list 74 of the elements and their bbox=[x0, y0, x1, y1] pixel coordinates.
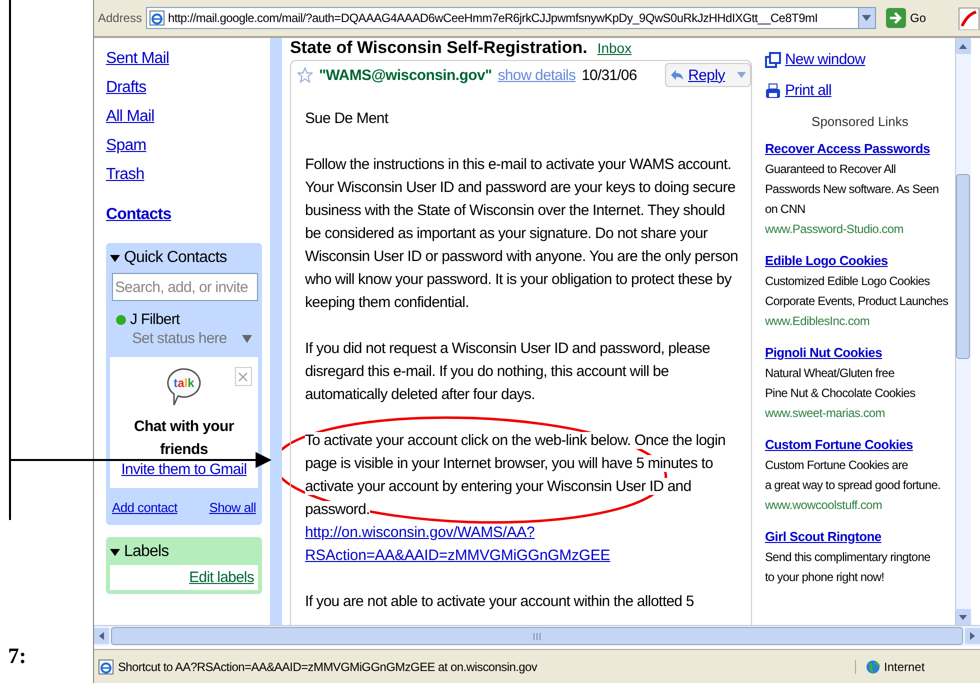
new-window-icon bbox=[764, 52, 781, 68]
message-subject: State of Wisconsin Self-Registration. bbox=[290, 38, 588, 58]
contact-search-field[interactable]: Search, add, or invite bbox=[112, 273, 258, 301]
reply-arrow-icon bbox=[670, 69, 684, 81]
message-paragraph: If you are not able to activate your account within the allotted 5 bbox=[304, 592, 695, 612]
ad-url: www.wowcoolstuff.com bbox=[764, 497, 884, 514]
browser-page-icon bbox=[148, 10, 165, 26]
reply-button[interactable]: Reply bbox=[665, 63, 751, 87]
ad-title-link[interactable]: Pignoli Nut Cookies bbox=[764, 343, 955, 363]
ad-text: Custom Fortune Cookies are bbox=[764, 457, 909, 474]
scroll-left-icon[interactable] bbox=[98, 632, 104, 640]
ad-title-link[interactable]: Girl Scout Ringtone bbox=[764, 527, 955, 547]
collapse-triangle-icon[interactable] bbox=[110, 254, 120, 262]
grip-icon[interactable] bbox=[532, 632, 541, 640]
ad-url: www.sweet-marias.com bbox=[764, 405, 886, 422]
ad-text: Guaranteed to Recover All bbox=[764, 161, 897, 178]
printer-icon bbox=[764, 82, 781, 98]
ad-text: Customized Edible Logo Cookies bbox=[764, 273, 931, 290]
pdf-icon[interactable] bbox=[958, 6, 980, 30]
ad-text: to your phone right now! bbox=[764, 569, 886, 586]
status-text: Shortcut to AA?RSAction=AA&AAID=zMMVGMiGGnGMzGEE at on.wisconsin.gov bbox=[118, 660, 538, 674]
close-icon[interactable] bbox=[234, 367, 252, 386]
new-window-link[interactable]: New window bbox=[764, 44, 955, 75]
print-all-link[interactable]: Print all bbox=[764, 75, 955, 106]
ad-title-link[interactable]: Recover Access Passwords bbox=[764, 139, 955, 159]
promo-heading: Chat with your friends bbox=[134, 417, 234, 460]
address-label: Address bbox=[98, 11, 142, 25]
ad-text: Send this complimentary ringtone bbox=[764, 549, 932, 566]
ad-text: Pine Nut & Chocolate Cookies bbox=[764, 385, 916, 402]
sender-name: "WAMS@wisconsin.gov" bbox=[318, 66, 492, 84]
ad-text: Corporate Events, Product Launches bbox=[764, 293, 950, 310]
ad-text: a great way to spread good fortune. bbox=[764, 477, 942, 494]
folder-link[interactable]: Spam bbox=[106, 137, 146, 166]
ad-url: www.EdiblesInc.com bbox=[764, 313, 871, 330]
panel-title: Quick Contacts bbox=[124, 249, 227, 267]
folder-link[interactable]: Drafts bbox=[106, 79, 146, 108]
ad-url: www.Password-Studio.com bbox=[764, 221, 904, 238]
scroll-up-icon[interactable] bbox=[959, 44, 968, 48]
activation-link[interactable]: http://on.wisconsin.gov/WAMS/AA? RSAction=AA&AAID=zMMVGMiGGnGMzGEE bbox=[304, 521, 610, 567]
scroll-right-icon[interactable] bbox=[970, 632, 975, 640]
message-date: 10/31/06 bbox=[582, 66, 637, 84]
caret-icon[interactable] bbox=[242, 334, 252, 342]
security-zone: Internet bbox=[884, 660, 925, 674]
panel-title: Labels bbox=[124, 543, 169, 561]
ad-title-link[interactable]: Edible Logo Cookies bbox=[764, 251, 955, 271]
scroll-down-icon[interactable] bbox=[959, 614, 968, 620]
folder-link[interactable]: All Mail bbox=[106, 108, 154, 137]
folder-link[interactable]: Sent Mail bbox=[106, 50, 170, 79]
collapse-triangle-icon[interactable] bbox=[110, 548, 120, 556]
globe-icon bbox=[866, 660, 880, 674]
contacts-link[interactable]: Contacts bbox=[106, 206, 172, 235]
contact-name[interactable]: J Filbert bbox=[130, 311, 180, 328]
message-paragraph: Follow the instructions in this e-mail to activate your WAMS account. Your Wisconsin User ID and password are your keys to doing secure business with the State of Wisconsin over the Internet. They should be considered as important as your signature. Do not share your Wisconsin User ID or password with anyone. You are the only person who will know your password. It is your obligation to protect these by keeping them confidential. bbox=[304, 155, 739, 313]
step-number: 7: bbox=[8, 643, 28, 669]
message-paragraph: If you did not request a Wisconsin User ID and password, please disregard this e-mail. If you do nothing, this account will be automatically deleted after four days. bbox=[304, 339, 711, 405]
add-contact-link[interactable]: Add contact bbox=[112, 500, 178, 515]
ad-text: on CNN bbox=[764, 201, 806, 218]
ad-title-link[interactable]: Custom Fortune Cookies bbox=[764, 435, 955, 455]
go-button[interactable]: Go bbox=[880, 8, 932, 28]
ad-text: Natural Wheat/Gluten free bbox=[764, 365, 896, 382]
star-icon[interactable] bbox=[296, 67, 313, 83]
sponsored-heading: Sponsored Links bbox=[810, 114, 910, 129]
label-link[interactable]: Inbox bbox=[597, 40, 632, 56]
show-all-link[interactable]: Show all bbox=[209, 500, 256, 515]
talk-logo: talk bbox=[166, 367, 202, 407]
ad-text: Passwords New software. As Seen bbox=[764, 181, 940, 198]
browser-page-icon bbox=[98, 658, 114, 674]
invite-link[interactable]: Invite them to Gmail bbox=[121, 461, 247, 478]
horizontal-scrollbar[interactable] bbox=[94, 625, 980, 646]
caret-icon[interactable] bbox=[736, 72, 746, 78]
message-paragraph: To activate your account click on the web-link below. Once the login page is visible in your Internet browser, you will have 5 minutes to activate your account by entering your Wisconsin User ID and password. bbox=[304, 431, 726, 520]
folder-link[interactable]: Trash bbox=[106, 166, 144, 195]
vertical-scrollbar[interactable] bbox=[954, 38, 971, 625]
address-field[interactable]: http://mail.google.com/mail/?auth=DQAAAG4AAAD6wCeeHmm7eR6jrkCJJpwmfsnywKpDy_9QwS0uRkJzHHdIXGtt__Ce8T9mI bbox=[146, 7, 876, 29]
